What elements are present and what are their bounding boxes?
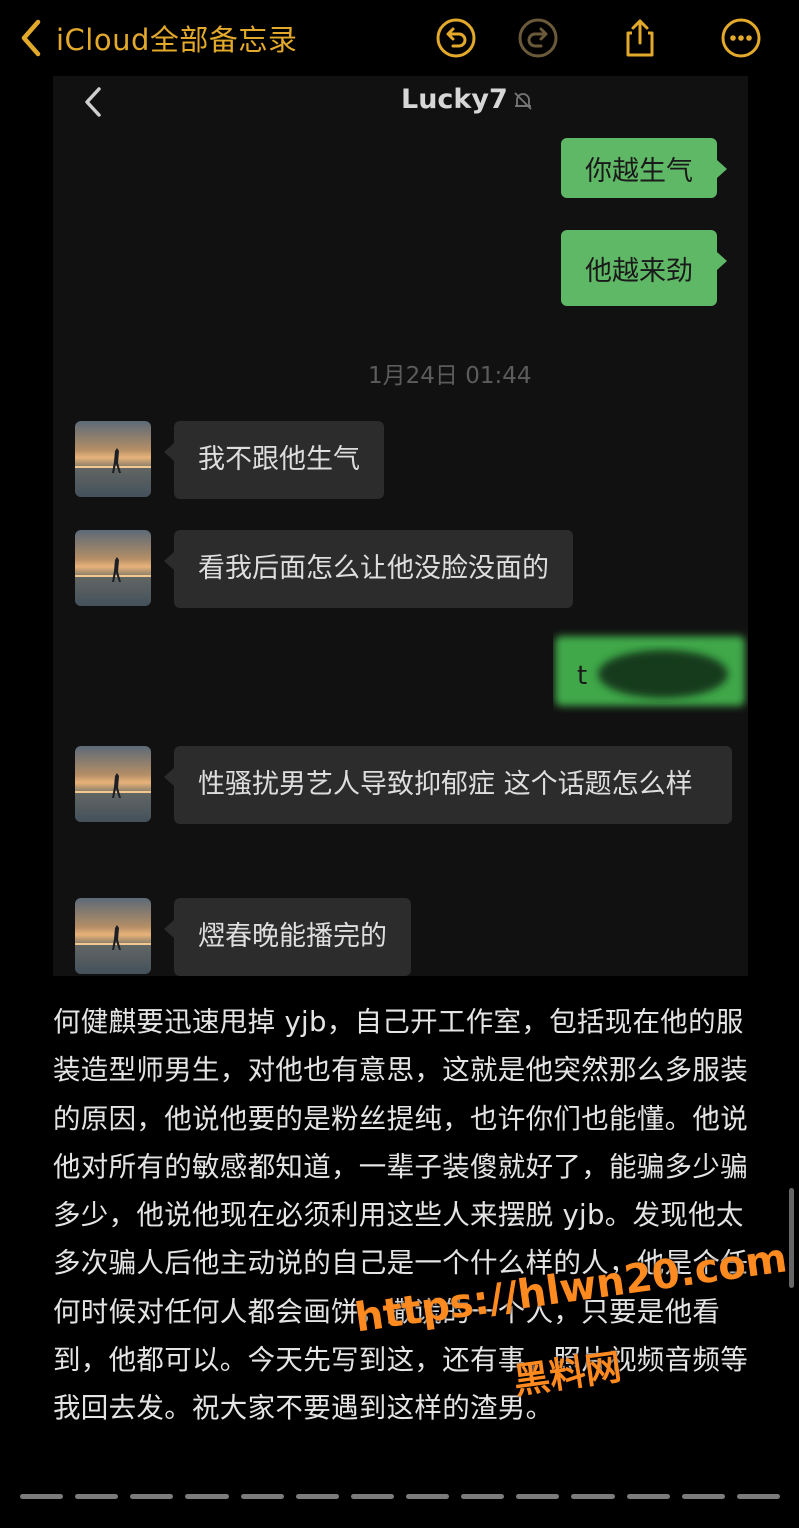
scrollbar[interactable] xyxy=(789,1188,794,1288)
avatar xyxy=(75,746,151,822)
note-body[interactable]: 何健麒要迅速甩掉 yjb，自己开工作室，包括现在他的服装造型师男生，对他也有意思… xyxy=(53,998,753,1433)
message-timestamp: 1月24日 01:44 xyxy=(368,363,532,389)
share-icon[interactable] xyxy=(619,17,661,59)
bottom-toolbar xyxy=(20,1494,780,1502)
notes-toolbar: iCloud全部备忘录 xyxy=(0,0,799,76)
message-incoming: 熤春晚能播完的 xyxy=(164,898,411,976)
more-icon[interactable] xyxy=(720,17,762,59)
avatar xyxy=(75,898,151,974)
message-incoming: 看我后面怎么让他没脸没面的 xyxy=(164,530,573,608)
contact-name: Lucky7 xyxy=(401,84,508,115)
back-button[interactable]: iCloud全部备忘录 xyxy=(18,14,297,62)
message-outgoing: 他越来劲 xyxy=(561,230,727,306)
message-outgoing: 你越生气 xyxy=(561,138,727,198)
chat-screenshot: Lucky7 你越生气 他越来劲 1月24日 01:44 我不跟他生气 看我后面… xyxy=(53,76,748,976)
message-incoming: 我不跟他生气 xyxy=(164,421,384,499)
redacted-char: t xyxy=(577,661,587,691)
undo-icon[interactable] xyxy=(435,17,477,59)
chat-header: Lucky7 xyxy=(53,76,748,126)
chevron-left-icon xyxy=(21,19,41,57)
chevron-left-icon xyxy=(85,87,101,117)
back-label: iCloud全部备忘录 xyxy=(56,23,298,57)
redacted-message: t xyxy=(555,636,745,706)
redo-icon[interactable] xyxy=(517,17,559,59)
bell-slash-icon xyxy=(514,92,532,110)
message-incoming: 性骚扰男艺人导致抑郁症 这个话题怎么样 xyxy=(164,746,732,824)
avatar xyxy=(75,421,151,497)
avatar xyxy=(75,530,151,606)
